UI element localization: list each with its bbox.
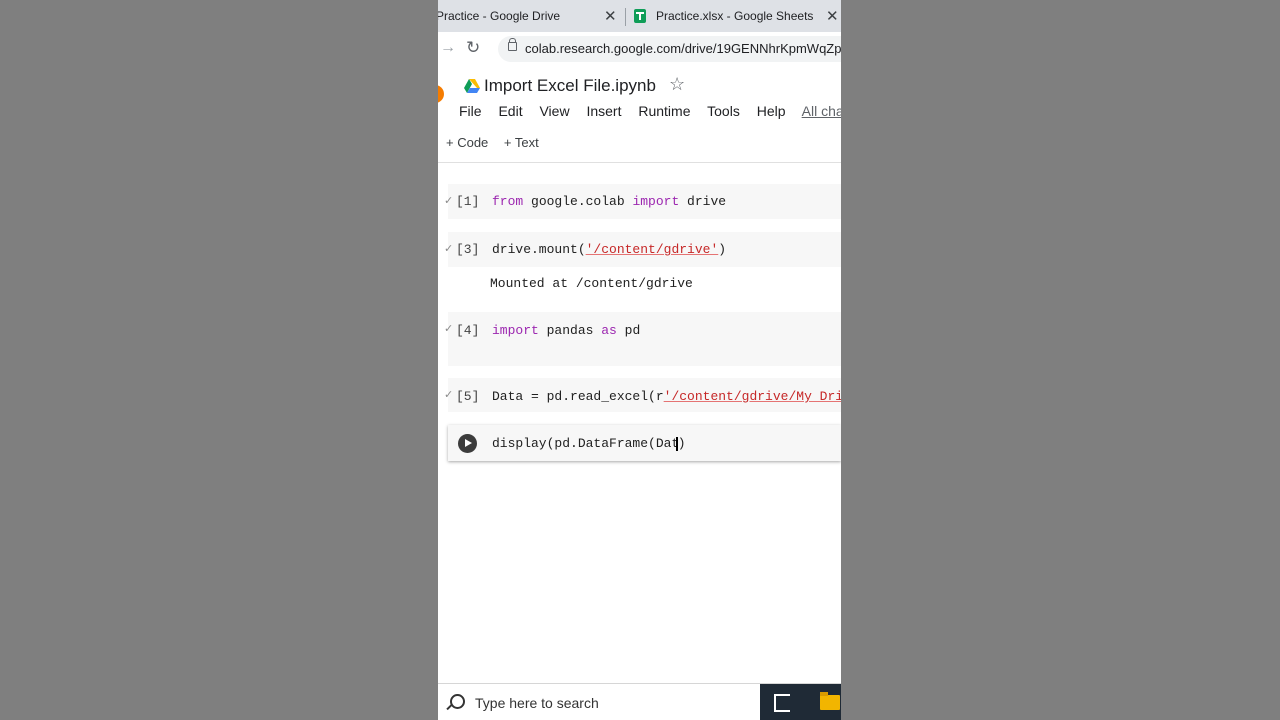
url-field[interactable]: colab.research.google.com/drive/19GENNhr…	[498, 36, 841, 62]
task-view-icon[interactable]	[774, 694, 790, 712]
menu-tools[interactable]: Tools	[707, 103, 740, 119]
save-status-link[interactable]: All changes saved	[802, 103, 841, 119]
colab-header: Import Excel File.ipynb ☆ File Edit View…	[438, 66, 841, 163]
search-placeholder: Type here to search	[475, 695, 599, 711]
notebook-title[interactable]: Import Excel File.ipynb	[484, 76, 656, 96]
menu-runtime[interactable]: Runtime	[638, 103, 690, 119]
cell-prompt: [5]	[456, 389, 480, 404]
tab-google-sheets[interactable]: Practice.xlsx - Google Sheets ✕	[634, 0, 841, 32]
add-code-button[interactable]: + Code	[446, 135, 488, 150]
close-icon[interactable]: ✕	[604, 7, 617, 25]
cell-code: from google.colab import drive	[492, 194, 727, 209]
check-icon: ✓	[444, 389, 454, 401]
background-left	[0, 0, 438, 720]
menu-insert[interactable]: Insert	[586, 103, 621, 119]
menu-edit[interactable]: Edit	[498, 103, 522, 119]
check-icon: ✓	[444, 323, 454, 335]
colab-logo-icon	[438, 85, 444, 103]
menu-view[interactable]: View	[539, 103, 569, 119]
file-explorer-icon[interactable]	[820, 692, 840, 710]
star-icon[interactable]: ☆	[669, 74, 685, 95]
background-right	[841, 0, 1280, 720]
code-cell[interactable]: ✓ [3] drive.mount('/content/gdrive')	[444, 232, 841, 267]
url-text: colab.research.google.com/drive/19GENNhr…	[525, 41, 841, 56]
forward-icon[interactable]: →	[440, 39, 456, 57]
tab-label: Practice - Google Drive	[438, 9, 561, 23]
lock-icon	[508, 38, 517, 51]
address-bar: → ↻ colab.research.google.com/drive/19GE…	[438, 32, 841, 67]
cell-toolbar: + Code + Text	[446, 135, 551, 150]
tab-google-drive[interactable]: Practice - Google Drive ✕	[438, 0, 622, 32]
cell-output: Mounted at /content/gdrive	[490, 276, 693, 291]
tab-strip: Practice - Google Drive ✕ Practice.xlsx …	[438, 0, 841, 32]
drive-icon	[464, 79, 480, 93]
search-icon	[450, 694, 465, 709]
menu-file[interactable]: File	[459, 103, 482, 119]
browser-window: Practice - Google Drive ✕ Practice.xlsx …	[438, 0, 841, 720]
cell-code[interactable]: display(pd.DataFrame(Dat)	[492, 436, 686, 451]
code-cell[interactable]: ✓ [4] import pandas as pd	[444, 312, 841, 366]
add-text-button[interactable]: + Text	[504, 135, 539, 150]
tab-label: Practice.xlsx - Google Sheets	[656, 9, 814, 23]
cell-code: import pandas as pd	[492, 323, 641, 338]
cell-prompt: [4]	[456, 323, 480, 338]
cell-prompt: [1]	[456, 194, 480, 209]
run-cell-button[interactable]	[458, 434, 477, 453]
taskbar: Type here to search	[438, 683, 841, 720]
tab-divider	[625, 8, 626, 26]
cell-prompt: [3]	[456, 242, 480, 257]
cell-code: Data = pd.read_excel(r'/content/gdrive/M…	[492, 389, 841, 404]
sheets-icon	[634, 9, 646, 23]
cell-code: drive.mount('/content/gdrive')	[492, 242, 727, 257]
reload-icon[interactable]: ↻	[466, 38, 480, 58]
check-icon: ✓	[444, 195, 454, 207]
menu-bar: File Edit View Insert Runtime Tools Help…	[459, 103, 841, 119]
menu-help[interactable]: Help	[757, 103, 786, 119]
close-icon[interactable]: ✕	[826, 7, 839, 25]
taskbar-apps	[760, 684, 841, 720]
taskbar-search[interactable]: Type here to search	[438, 684, 760, 720]
active-code-cell[interactable]: display(pd.DataFrame(Dat)	[448, 425, 841, 461]
code-cell[interactable]: ✓ [5] Data = pd.read_excel(r'/content/gd…	[444, 378, 841, 412]
check-icon: ✓	[444, 243, 454, 255]
code-cell[interactable]: ✓ [1] from google.colab import drive	[444, 184, 841, 219]
